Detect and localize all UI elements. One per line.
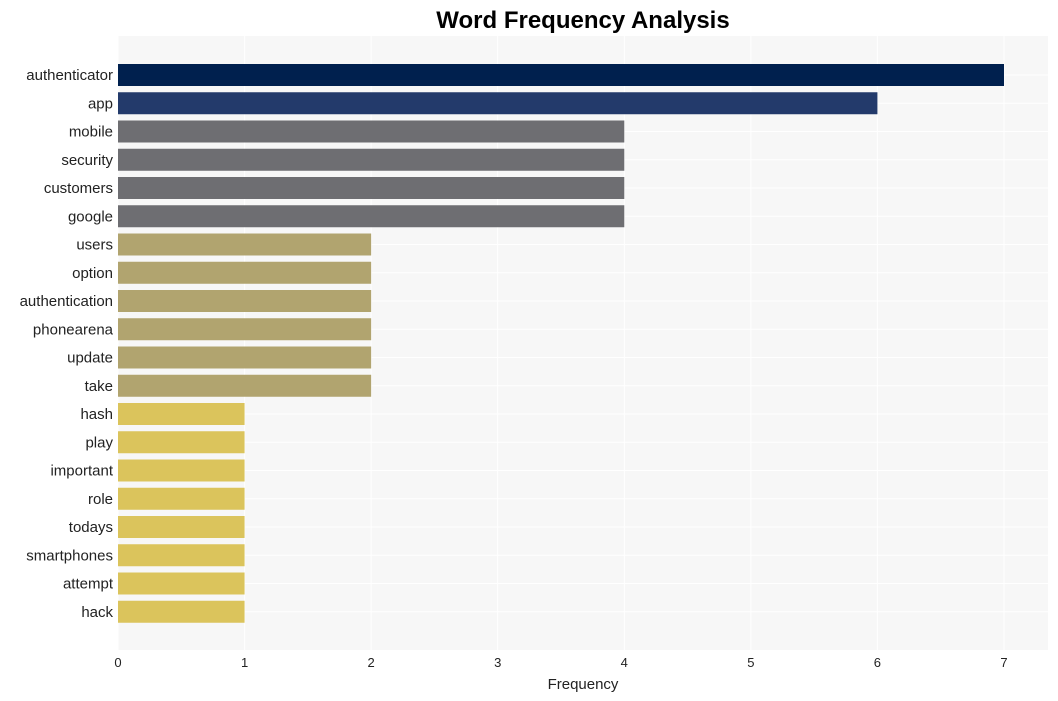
y-label-customers: customers [44,180,113,197]
x-tick-label-7: 7 [1000,655,1007,670]
bar-authentication [118,290,372,312]
y-label-google: google [68,208,113,225]
bar-take [118,374,372,397]
x-tick-label-4: 4 [621,655,628,670]
y-label-security: security [61,152,113,169]
y-label-role: role [88,491,113,508]
bar-update [118,346,372,369]
x-tick-label-0: 0 [114,655,121,670]
bar-security [118,148,625,171]
x-tick-label-3: 3 [494,655,501,670]
bar-hash [118,403,245,425]
y-label-app: app [88,95,113,112]
y-label-authentication: authentication [20,293,113,310]
bar-users [118,233,372,256]
bar-mobile [118,120,625,143]
y-label-attempt: attempt [63,576,114,593]
bar-hack [118,600,245,623]
y-label-hack: hack [81,604,113,621]
x-tick-label-6: 6 [874,655,881,670]
y-label-authenticator: authenticator [26,67,113,84]
x-tick-label-5: 5 [747,655,754,670]
bar-phonearena [118,318,372,341]
y-label-option: option [72,265,113,282]
chart-title: Word Frequency Analysis [436,7,729,34]
bar-attempt [118,572,245,595]
bar-app [118,92,878,115]
word-frequency-chart: authenticator app mobile security customers g… [20,7,1048,693]
x-axis-ticks: 0 1 2 3 4 5 6 7 [114,655,1007,670]
bar-option [118,261,372,284]
y-label-important: important [50,463,113,480]
y-label-hash: hash [80,406,113,423]
y-label-update: update [67,350,113,367]
bar-authenticator [118,64,1004,86]
bar-smartphones [118,544,245,567]
bar-google [118,205,625,228]
bar-play [118,431,245,454]
y-axis-labels: authenticator app mobile security customers g… [20,67,114,621]
x-axis-label: Frequency [548,676,619,693]
bar-role [118,487,245,510]
bar-todays [118,516,245,538]
y-label-mobile: mobile [69,124,113,141]
y-label-todays: todays [69,519,113,536]
y-label-smartphones: smartphones [26,547,113,564]
y-label-phonearena: phonearena [33,321,114,338]
bar-important [118,459,245,482]
x-tick-label-1: 1 [241,655,248,670]
x-tick-label-2: 2 [368,655,375,670]
y-label-take: take [85,378,113,395]
bar-customers [118,177,625,199]
y-label-play: play [85,434,113,451]
y-label-users: users [76,237,113,254]
